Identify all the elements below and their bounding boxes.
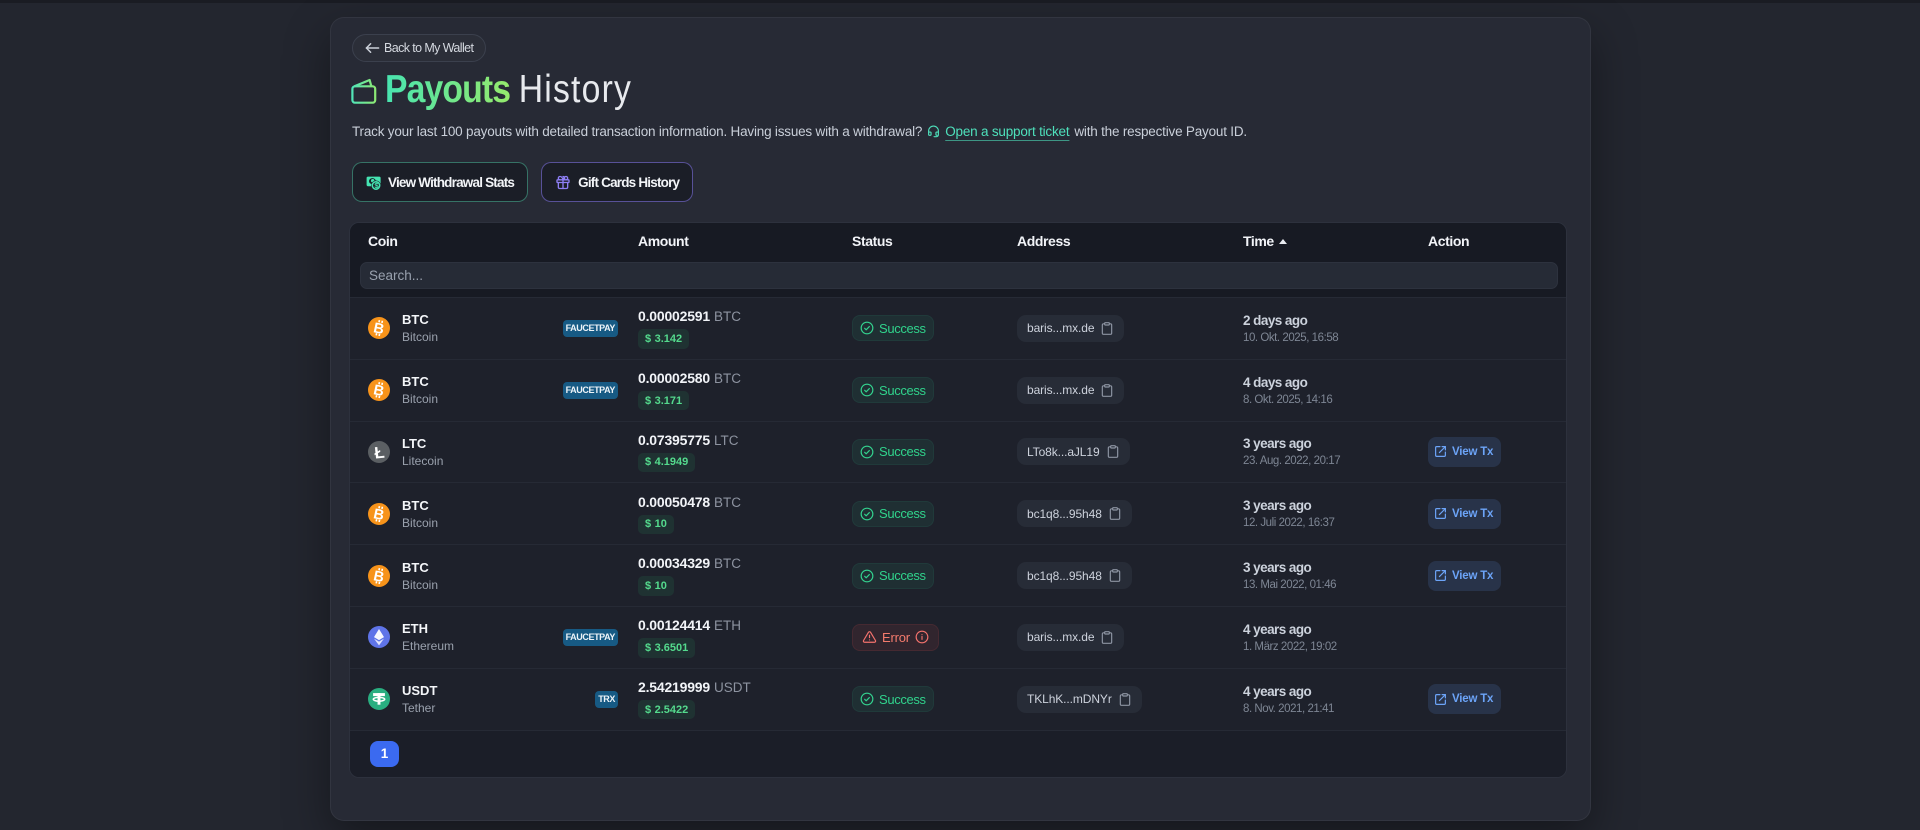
svg-text:Ł: Ł xyxy=(374,444,386,463)
